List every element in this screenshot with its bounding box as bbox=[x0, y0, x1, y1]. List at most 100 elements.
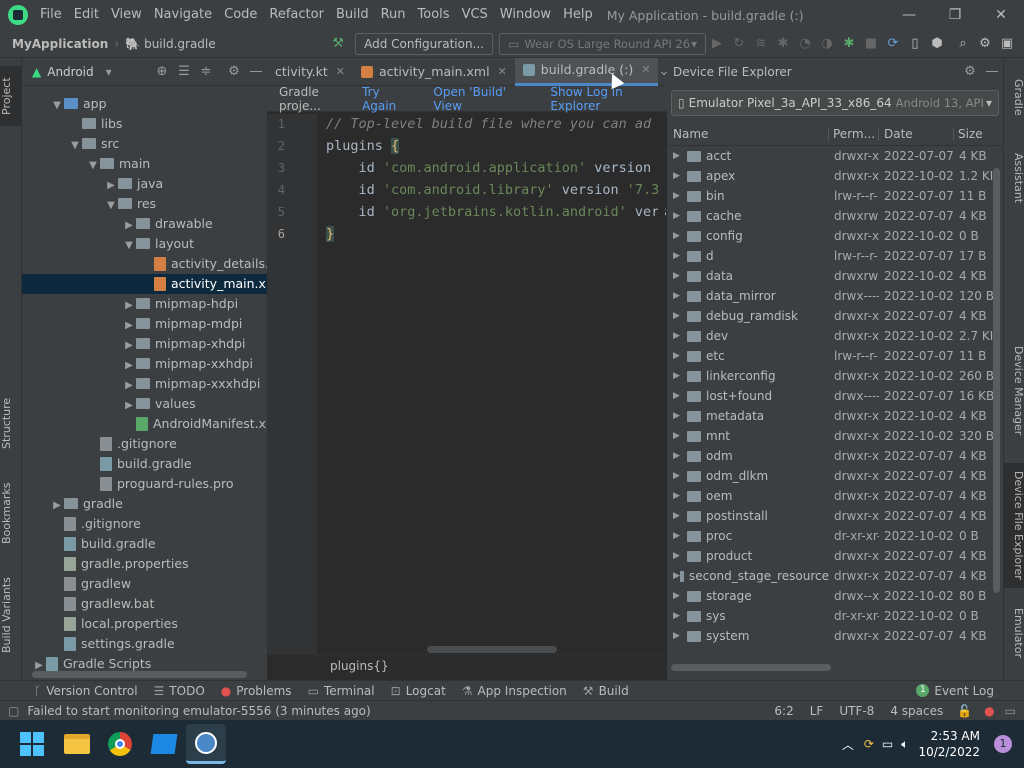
assistant-tool-tab[interactable]: Assistant bbox=[1004, 143, 1024, 213]
tool-window-app-inspection[interactable]: ⚗ App Inspection bbox=[454, 684, 575, 698]
chevron-right-icon[interactable]: ▶ bbox=[673, 586, 687, 606]
dfe-file-row[interactable]: ▶ debug_ramdisk drwxr-xr 2022-07-07 1 4 KB bbox=[667, 306, 1003, 326]
dfe-file-row[interactable]: ▶ config drwxr-xr 2022-10-02 0 0 B bbox=[667, 226, 1003, 246]
dfe-file-row[interactable]: ▶ data_mirror drwx---- 2022-10-02 0 120 B bbox=[667, 286, 1003, 306]
gear-icon[interactable]: ⚙ bbox=[959, 61, 981, 83]
tree-item[interactable]: build.gradle bbox=[22, 454, 267, 474]
tree-item[interactable]: ▶ mipmap-xhdpi bbox=[22, 334, 267, 354]
restore-button[interactable]: ❐ bbox=[932, 0, 978, 30]
caret-position[interactable]: 6:2 bbox=[766, 704, 801, 718]
chevron-down-icon[interactable]: ▼ bbox=[68, 136, 82, 156]
project-view-selector[interactable]: Android bbox=[47, 65, 93, 79]
dfe-file-row[interactable]: ▶ linkerconfig drwxr-xr 2022-10-02 0 260 B bbox=[667, 366, 1003, 386]
menu-window[interactable]: Window bbox=[494, 0, 557, 30]
device-manager-tool-tab[interactable]: Device Manager bbox=[1004, 341, 1024, 441]
chevron-right-icon[interactable]: ▶ bbox=[673, 326, 687, 346]
tree-item[interactable]: proguard-rules.pro bbox=[22, 474, 267, 494]
chevron-right-icon[interactable]: ▶ bbox=[673, 606, 687, 626]
device-manager-icon[interactable]: ▯ bbox=[904, 33, 926, 55]
profile-icon[interactable]: ◔ bbox=[794, 33, 816, 55]
search-icon[interactable]: ⌕ bbox=[952, 33, 974, 55]
menu-file[interactable]: File bbox=[34, 0, 68, 30]
add-configuration-button[interactable]: Add Configuration... bbox=[355, 32, 493, 55]
tree-item[interactable]: gradlew bbox=[22, 574, 267, 594]
status-toggle-icon[interactable]: ▢ bbox=[8, 704, 19, 718]
dfe-file-row[interactable]: ▶ apex drwxr-xr 2022-10-02 0 1.2 KI bbox=[667, 166, 1003, 186]
menu-tools[interactable]: Tools bbox=[412, 0, 456, 30]
close-window-button[interactable]: ✕ bbox=[978, 0, 1024, 30]
clock[interactable]: 2:53 AM 10/2/2022 bbox=[918, 728, 980, 760]
chevron-right-icon[interactable]: ▶ bbox=[122, 396, 136, 416]
tree-item[interactable]: activity_details.xml bbox=[22, 254, 292, 274]
tree-item[interactable]: ▶ mipmap-xxhdpi bbox=[22, 354, 267, 374]
chevron-right-icon[interactable]: ▶ bbox=[673, 226, 687, 246]
chevron-right-icon[interactable]: ▶ bbox=[673, 146, 687, 166]
tree-item[interactable]: gradlew.bat bbox=[22, 594, 267, 614]
tree-item[interactable]: ▼ res bbox=[22, 194, 267, 214]
menu-view[interactable]: View bbox=[105, 0, 148, 30]
android-studio-taskbar-icon[interactable] bbox=[186, 724, 226, 764]
error-indicator-icon[interactable]: ● bbox=[984, 704, 994, 718]
menu-help[interactable]: Help bbox=[557, 0, 599, 30]
column-name[interactable]: Name bbox=[667, 126, 829, 141]
chevron-right-icon[interactable]: ▶ bbox=[122, 356, 136, 376]
tree-item[interactable]: ▶ mipmap-mdpi bbox=[22, 314, 267, 334]
attach-debugger-icon[interactable]: ✱ bbox=[838, 33, 860, 55]
editor-vertical-scrollbar[interactable] bbox=[658, 118, 665, 638]
chevron-right-icon[interactable]: ▶ bbox=[673, 526, 687, 546]
lock-icon[interactable]: 🔓 bbox=[957, 704, 972, 718]
editor-tab[interactable]: build.gradle (:) ✕ bbox=[514, 57, 659, 86]
expand-all-icon[interactable]: ☰ bbox=[173, 61, 195, 83]
chevron-right-icon[interactable]: ▶ bbox=[673, 566, 680, 586]
collapse-all-icon[interactable]: ≑ bbox=[195, 61, 217, 83]
chevron-right-icon[interactable]: ▶ bbox=[673, 486, 687, 506]
tool-window-terminal[interactable]: ▭ Terminal bbox=[300, 684, 383, 698]
dfe-horizontal-scrollbar[interactable] bbox=[671, 664, 831, 671]
tree-item[interactable]: local.properties bbox=[22, 614, 267, 634]
editor-tab[interactable]: ctivity.kt ✕ bbox=[267, 58, 353, 86]
dfe-file-row[interactable]: ▶ cache drwxrwx 2022-07-07 1 4 KB bbox=[667, 206, 1003, 226]
dfe-file-row[interactable]: ▶ lost+found drwx---- 2022-07-07 1 16 KB bbox=[667, 386, 1003, 406]
chevron-right-icon[interactable]: ▶ bbox=[673, 166, 687, 186]
breadcrumb-file[interactable]: build.gradle bbox=[144, 37, 216, 51]
gear-icon[interactable]: ⚙ bbox=[974, 33, 996, 55]
structure-tool-tab[interactable]: Structure bbox=[0, 388, 22, 458]
chevron-right-icon[interactable]: ▶ bbox=[673, 426, 687, 446]
chevron-right-icon[interactable]: ▶ bbox=[673, 626, 687, 646]
chevron-right-icon[interactable]: ▶ bbox=[122, 376, 136, 396]
show-log-link[interactable]: Show Log in Explorer bbox=[550, 85, 667, 113]
dfe-file-row[interactable]: ▶ data drwxrwx 2022-10-02 0 4 KB bbox=[667, 266, 1003, 286]
dfe-file-row[interactable]: ▶ bin lrw-r--r- 2022-07-07 1 11 B bbox=[667, 186, 1003, 206]
chevron-down-icon[interactable]: ▼ bbox=[122, 236, 136, 256]
dfe-file-row[interactable]: ▶ acct drwxr-xr 2022-07-07 1 4 KB bbox=[667, 146, 1003, 166]
coverage-icon[interactable]: ◑ bbox=[816, 33, 838, 55]
tree-item[interactable]: activity_main.xml bbox=[22, 274, 282, 294]
apply-changes-icon[interactable]: ≋ bbox=[750, 33, 772, 55]
locate-file-icon[interactable]: ⊕ bbox=[151, 61, 173, 83]
editor-horizontal-scrollbar[interactable] bbox=[427, 646, 557, 653]
project-tool-tab[interactable]: Project bbox=[0, 66, 22, 126]
memory-indicator-icon[interactable]: ▭ bbox=[1005, 704, 1016, 718]
menu-run[interactable]: Run bbox=[375, 0, 412, 30]
try-again-link[interactable]: Try Again bbox=[362, 85, 413, 113]
minimize-button[interactable]: — bbox=[886, 0, 932, 30]
code-content[interactable]: // Top-level build file where you can ad… bbox=[267, 114, 676, 654]
tree-item[interactable]: ▶ values bbox=[22, 394, 267, 414]
tree-item[interactable]: AndroidManifest.xml bbox=[22, 414, 282, 434]
hide-panel-icon[interactable]: — bbox=[245, 61, 267, 83]
column-permissions[interactable]: Perm... bbox=[829, 126, 879, 141]
chevron-right-icon[interactable]: ▶ bbox=[673, 306, 687, 326]
notification-badge[interactable]: 1 bbox=[994, 735, 1012, 753]
indent-setting[interactable]: 4 spaces bbox=[882, 704, 951, 718]
menu-refactor[interactable]: Refactor bbox=[263, 0, 330, 30]
line-separator[interactable]: LF bbox=[802, 704, 832, 718]
column-size[interactable]: Size bbox=[954, 127, 994, 141]
menu-navigate[interactable]: Navigate bbox=[148, 0, 218, 30]
event-log-button[interactable]: 1 Event Log bbox=[908, 684, 1002, 698]
menu-build[interactable]: Build bbox=[330, 0, 375, 30]
chevron-right-icon[interactable]: ▶ bbox=[673, 446, 687, 466]
chevron-right-icon[interactable]: ▶ bbox=[673, 366, 687, 386]
windows-app-icon[interactable] bbox=[150, 734, 178, 754]
tree-item[interactable]: ▶ drawable bbox=[22, 214, 267, 234]
device-selector[interactable]: ▭ Wear OS Large Round API 26 ▾ bbox=[499, 32, 706, 55]
